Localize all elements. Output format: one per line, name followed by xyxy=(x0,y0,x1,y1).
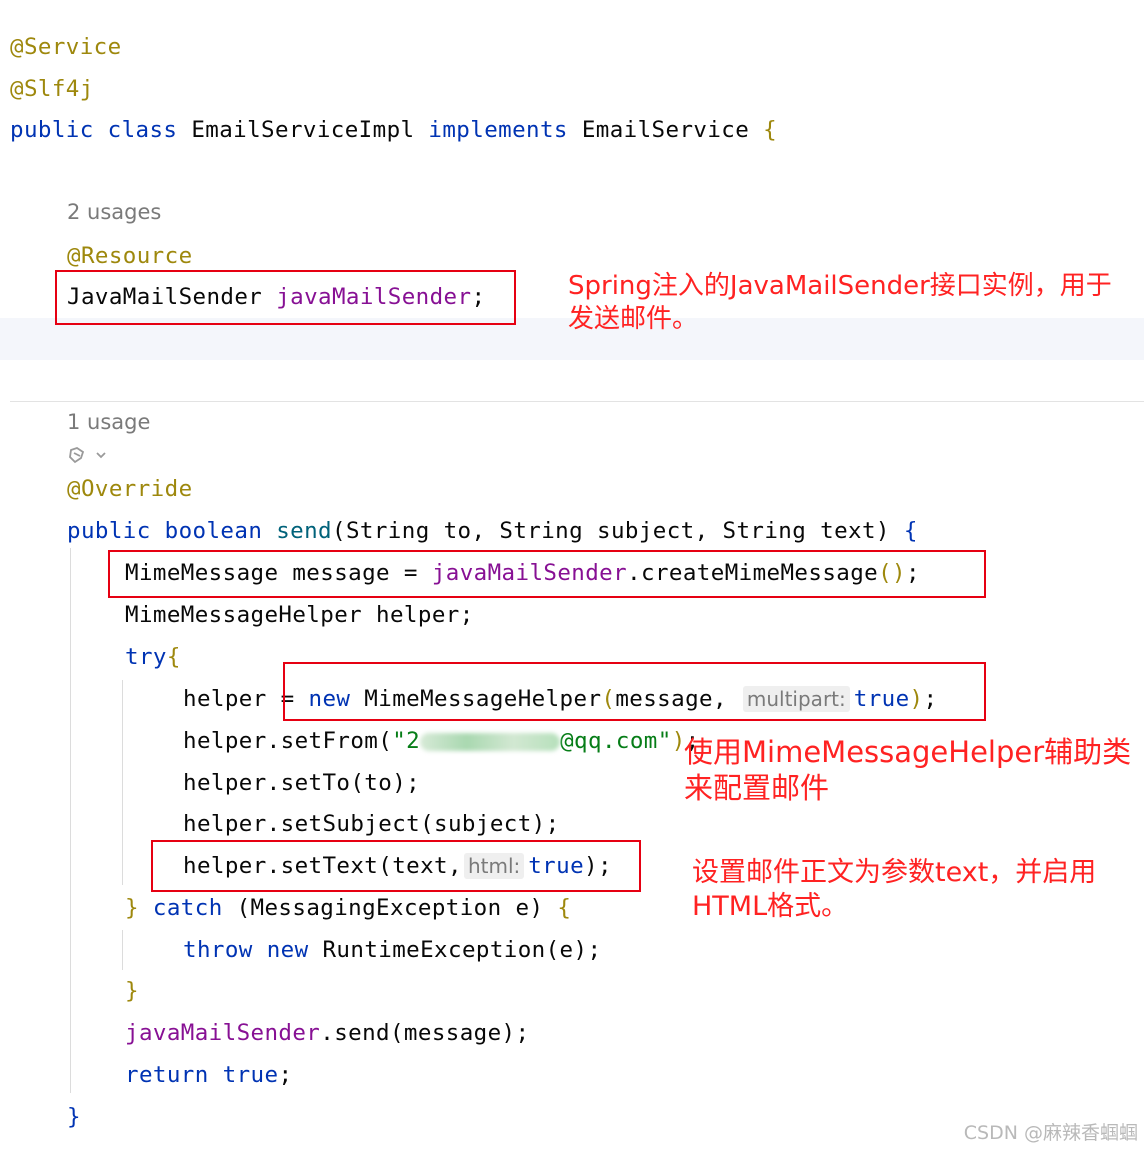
callout-box-set-text xyxy=(151,840,641,892)
callout-note-field: Spring注入的JavaMailSender接口实例，用于 发送邮件。 xyxy=(568,271,1112,334)
callout-box-field xyxy=(55,270,516,325)
annotation-resource: @Resource xyxy=(67,243,193,269)
code-close-catch: } xyxy=(125,978,139,1004)
callout-note-helper: 使用MimeMessageHelper辅助类 来配置邮件 xyxy=(684,735,1132,806)
callout-box-create-message xyxy=(108,550,986,598)
callout-note-set-text: 设置邮件正文为参数text，并启用 HTML格式。 xyxy=(692,857,1097,922)
code-return: return true; xyxy=(125,1062,293,1088)
redacted-email xyxy=(420,732,561,751)
watermark: CSDN @麻辣香蝈蝈 xyxy=(963,1122,1138,1144)
usages-hint[interactable]: 2 usages xyxy=(67,200,161,224)
annotation-override: @Override xyxy=(67,476,193,502)
callout-box-new-helper xyxy=(283,662,986,721)
ai-assist-icon[interactable] xyxy=(67,444,111,468)
annotation-slf4j: @Slf4j xyxy=(10,76,94,102)
code-set-to: helper.setTo(to); xyxy=(183,770,421,796)
code-send: javaMailSender.send(message); xyxy=(125,1020,530,1046)
code-editor[interactable]: @Service @Slf4j public class EmailServic… xyxy=(0,0,1144,1151)
code-close-method: } xyxy=(67,1104,81,1130)
code-catch: } catch (MessagingException e) { xyxy=(125,895,572,921)
code-try: try{ xyxy=(125,644,181,670)
code-helper-decl: MimeMessageHelper helper; xyxy=(125,602,474,628)
code-throw: throw new RuntimeException(e); xyxy=(183,937,602,963)
annotation-service: @Service xyxy=(10,34,122,60)
indent-guide xyxy=(70,548,71,1093)
class-declaration: public class EmailServiceImpl implements… xyxy=(10,117,778,143)
indent-guide xyxy=(122,930,123,970)
code-set-from: helper.setFrom("2 @qq.com"); xyxy=(183,728,700,754)
method-signature: public boolean send(String to, String su… xyxy=(67,518,918,544)
indent-guide xyxy=(122,680,123,885)
method-separator xyxy=(10,401,1144,402)
code-set-subject: helper.setSubject(subject); xyxy=(183,811,560,837)
usages-hint[interactable]: 1 usage xyxy=(67,410,150,434)
